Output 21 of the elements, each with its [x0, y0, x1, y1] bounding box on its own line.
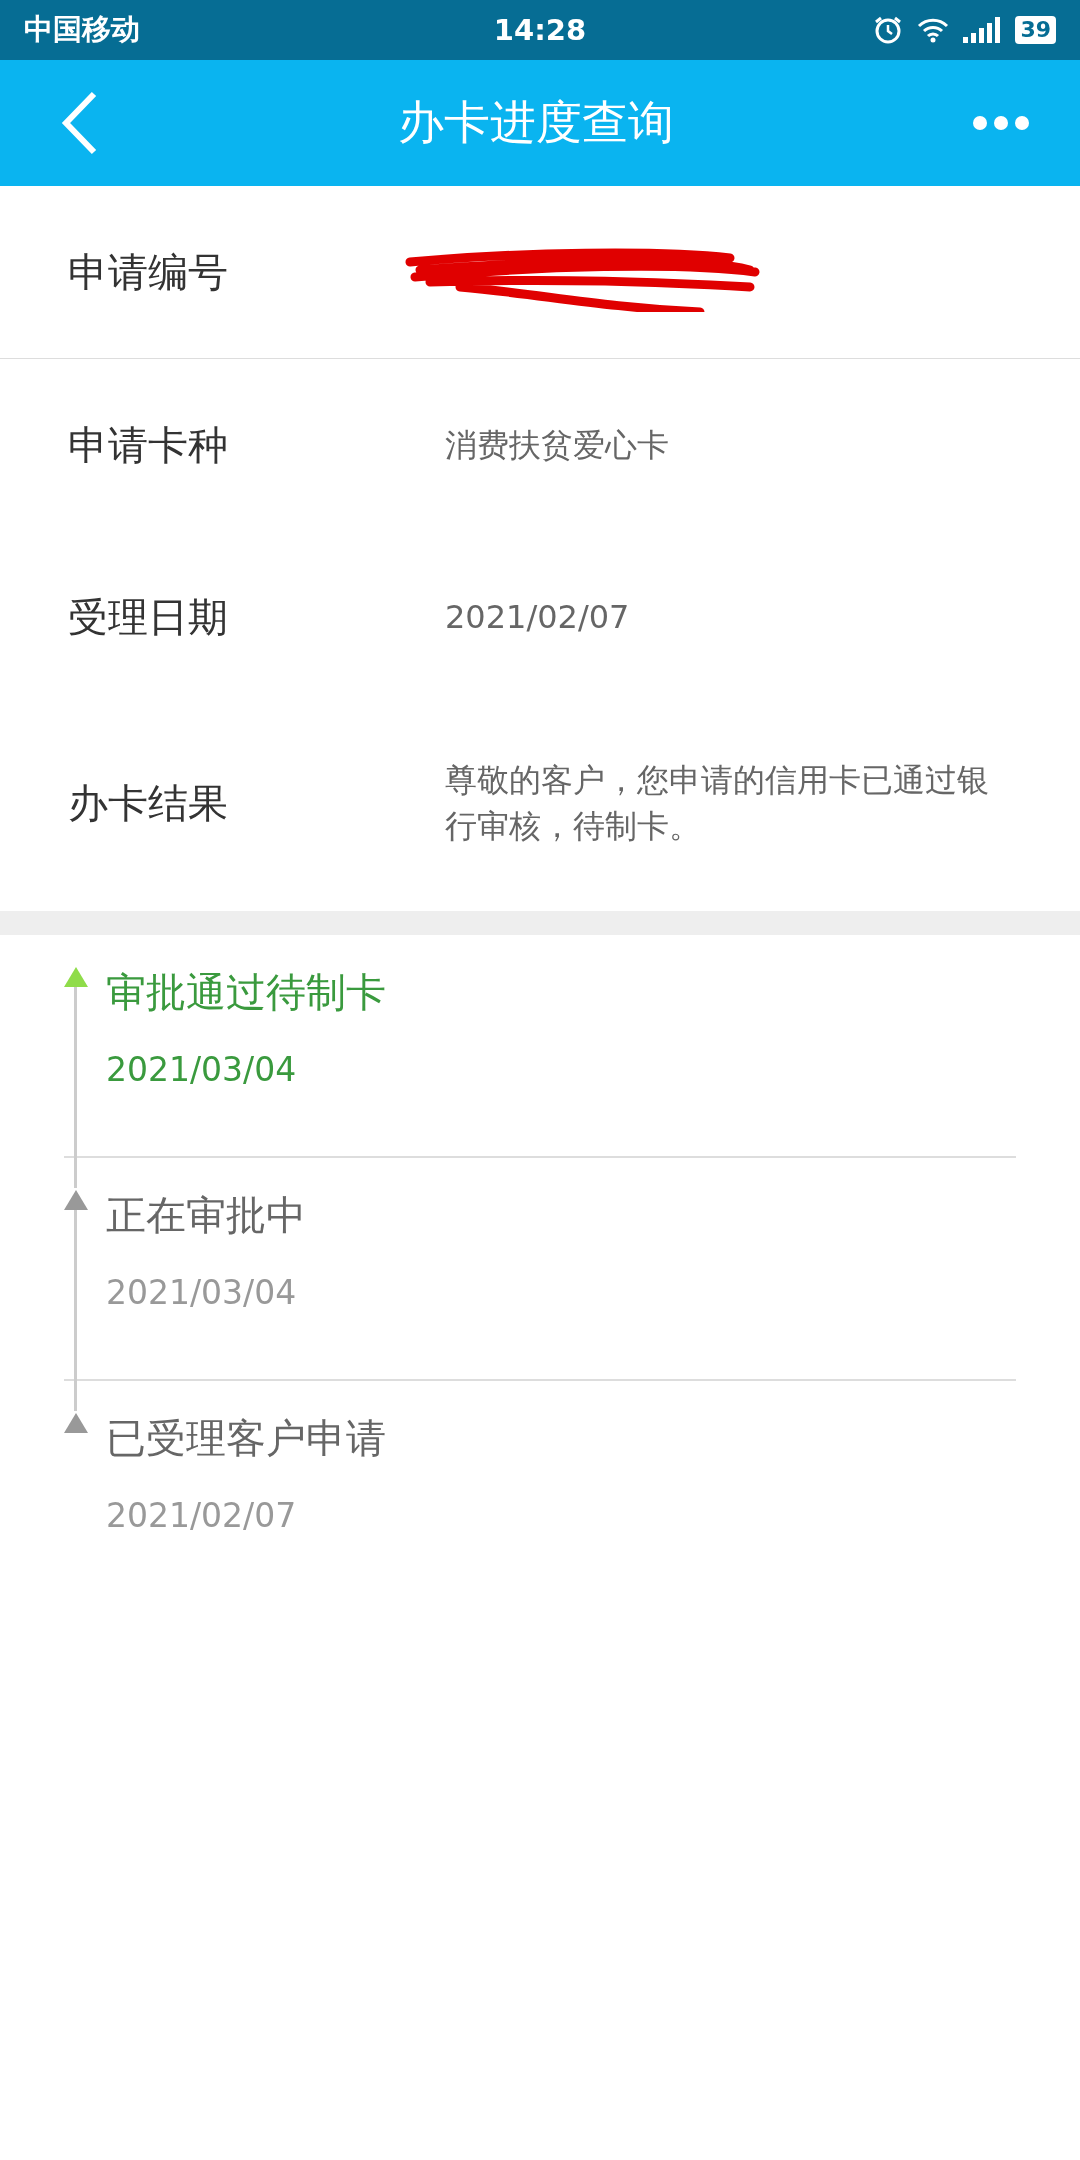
status-date: 2021/03/04	[106, 1050, 298, 1089]
field-label: 申请卡种	[68, 420, 229, 470]
alarm-icon	[873, 15, 904, 45]
status-title: 已受理客户申请	[106, 1414, 387, 1463]
status-date: 2021/02/07	[106, 1496, 298, 1535]
field-label: 受理日期	[68, 592, 229, 642]
field-label: 申请编号	[68, 247, 229, 297]
status-title: 正在审批中	[106, 1191, 307, 1240]
battery-level: 39	[1015, 16, 1056, 44]
field-label: 办卡结果	[68, 778, 229, 828]
wifi-icon	[917, 17, 950, 43]
field-value: 2021/02/07	[445, 597, 630, 638]
page-title: 办卡进度查询	[397, 94, 675, 151]
field-value: 尊敬的客户，您申请的信用卡已通过银行审核，待制卡。	[445, 760, 990, 847]
more-button[interactable]	[972, 115, 1030, 131]
field-value: 消费扶贫爱心卡	[445, 425, 669, 466]
status-date: 2021/03/04	[106, 1273, 298, 1312]
status-title: 审批通过待制卡	[106, 968, 387, 1017]
clock-time: 14:28	[492, 13, 588, 47]
signal-icon	[963, 17, 1002, 43]
carrier-name: 中国移动	[24, 11, 141, 48]
